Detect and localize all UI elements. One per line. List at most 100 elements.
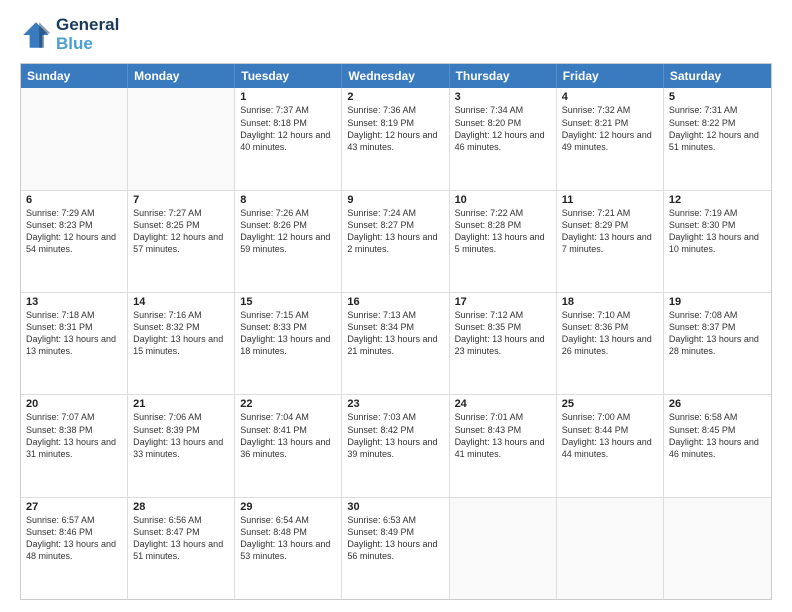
day-info: Sunrise: 6:53 AM Sunset: 8:49 PM Dayligh… (347, 514, 443, 563)
day-cell-15: 15Sunrise: 7:15 AM Sunset: 8:33 PM Dayli… (235, 293, 342, 394)
calendar-row-2: 13Sunrise: 7:18 AM Sunset: 8:31 PM Dayli… (21, 293, 771, 395)
day-info: Sunrise: 6:58 AM Sunset: 8:45 PM Dayligh… (669, 411, 766, 460)
day-info: Sunrise: 7:18 AM Sunset: 8:31 PM Dayligh… (26, 309, 122, 358)
day-info: Sunrise: 7:26 AM Sunset: 8:26 PM Dayligh… (240, 207, 336, 256)
logo-icon (20, 19, 52, 51)
calendar-row-4: 27Sunrise: 6:57 AM Sunset: 8:46 PM Dayli… (21, 498, 771, 599)
day-info: Sunrise: 7:31 AM Sunset: 8:22 PM Dayligh… (669, 104, 766, 153)
day-info: Sunrise: 7:24 AM Sunset: 8:27 PM Dayligh… (347, 207, 443, 256)
day-info: Sunrise: 7:36 AM Sunset: 8:19 PM Dayligh… (347, 104, 443, 153)
day-number: 12 (669, 194, 766, 206)
day-info: Sunrise: 7:16 AM Sunset: 8:32 PM Dayligh… (133, 309, 229, 358)
day-cell-2: 2Sunrise: 7:36 AM Sunset: 8:19 PM Daylig… (342, 88, 449, 189)
empty-cell (128, 88, 235, 189)
calendar-row-3: 20Sunrise: 7:07 AM Sunset: 8:38 PM Dayli… (21, 395, 771, 497)
day-cell-11: 11Sunrise: 7:21 AM Sunset: 8:29 PM Dayli… (557, 191, 664, 292)
logo: General Blue (20, 16, 119, 53)
day-cell-30: 30Sunrise: 6:53 AM Sunset: 8:49 PM Dayli… (342, 498, 449, 599)
day-cell-20: 20Sunrise: 7:07 AM Sunset: 8:38 PM Dayli… (21, 395, 128, 496)
day-number: 25 (562, 398, 658, 410)
day-number: 1 (240, 91, 336, 103)
day-number: 28 (133, 501, 229, 513)
day-number: 19 (669, 296, 766, 308)
day-info: Sunrise: 7:07 AM Sunset: 8:38 PM Dayligh… (26, 411, 122, 460)
day-number: 26 (669, 398, 766, 410)
day-number: 29 (240, 501, 336, 513)
weekday-header-saturday: Saturday (664, 64, 771, 88)
day-number: 22 (240, 398, 336, 410)
logo-text: General Blue (56, 16, 119, 53)
day-cell-21: 21Sunrise: 7:06 AM Sunset: 8:39 PM Dayli… (128, 395, 235, 496)
weekday-header-sunday: Sunday (21, 64, 128, 88)
day-cell-14: 14Sunrise: 7:16 AM Sunset: 8:32 PM Dayli… (128, 293, 235, 394)
day-number: 10 (455, 194, 551, 206)
day-number: 2 (347, 91, 443, 103)
calendar: SundayMondayTuesdayWednesdayThursdayFrid… (20, 63, 772, 600)
day-number: 8 (240, 194, 336, 206)
empty-cell (21, 88, 128, 189)
day-cell-28: 28Sunrise: 6:56 AM Sunset: 8:47 PM Dayli… (128, 498, 235, 599)
weekday-header-monday: Monday (128, 64, 235, 88)
day-number: 9 (347, 194, 443, 206)
calendar-header: SundayMondayTuesdayWednesdayThursdayFrid… (21, 64, 771, 88)
day-number: 14 (133, 296, 229, 308)
day-info: Sunrise: 7:34 AM Sunset: 8:20 PM Dayligh… (455, 104, 551, 153)
day-cell-10: 10Sunrise: 7:22 AM Sunset: 8:28 PM Dayli… (450, 191, 557, 292)
day-number: 21 (133, 398, 229, 410)
day-info: Sunrise: 7:21 AM Sunset: 8:29 PM Dayligh… (562, 207, 658, 256)
day-number: 16 (347, 296, 443, 308)
day-number: 24 (455, 398, 551, 410)
day-number: 18 (562, 296, 658, 308)
day-cell-23: 23Sunrise: 7:03 AM Sunset: 8:42 PM Dayli… (342, 395, 449, 496)
day-info: Sunrise: 7:19 AM Sunset: 8:30 PM Dayligh… (669, 207, 766, 256)
day-cell-12: 12Sunrise: 7:19 AM Sunset: 8:30 PM Dayli… (664, 191, 771, 292)
calendar-row-0: 1Sunrise: 7:37 AM Sunset: 8:18 PM Daylig… (21, 88, 771, 190)
day-cell-7: 7Sunrise: 7:27 AM Sunset: 8:25 PM Daylig… (128, 191, 235, 292)
day-number: 11 (562, 194, 658, 206)
day-number: 17 (455, 296, 551, 308)
day-number: 13 (26, 296, 122, 308)
day-cell-1: 1Sunrise: 7:37 AM Sunset: 8:18 PM Daylig… (235, 88, 342, 189)
weekday-header-wednesday: Wednesday (342, 64, 449, 88)
day-cell-5: 5Sunrise: 7:31 AM Sunset: 8:22 PM Daylig… (664, 88, 771, 189)
day-info: Sunrise: 6:54 AM Sunset: 8:48 PM Dayligh… (240, 514, 336, 563)
day-number: 20 (26, 398, 122, 410)
page: General Blue SundayMondayTuesdayWednesda… (0, 0, 792, 612)
day-number: 3 (455, 91, 551, 103)
day-info: Sunrise: 7:13 AM Sunset: 8:34 PM Dayligh… (347, 309, 443, 358)
day-cell-3: 3Sunrise: 7:34 AM Sunset: 8:20 PM Daylig… (450, 88, 557, 189)
day-cell-18: 18Sunrise: 7:10 AM Sunset: 8:36 PM Dayli… (557, 293, 664, 394)
day-info: Sunrise: 7:32 AM Sunset: 8:21 PM Dayligh… (562, 104, 658, 153)
day-cell-13: 13Sunrise: 7:18 AM Sunset: 8:31 PM Dayli… (21, 293, 128, 394)
day-cell-25: 25Sunrise: 7:00 AM Sunset: 8:44 PM Dayli… (557, 395, 664, 496)
day-number: 4 (562, 91, 658, 103)
day-cell-22: 22Sunrise: 7:04 AM Sunset: 8:41 PM Dayli… (235, 395, 342, 496)
empty-cell (450, 498, 557, 599)
day-info: Sunrise: 7:29 AM Sunset: 8:23 PM Dayligh… (26, 207, 122, 256)
header: General Blue (20, 16, 772, 53)
day-cell-4: 4Sunrise: 7:32 AM Sunset: 8:21 PM Daylig… (557, 88, 664, 189)
day-info: Sunrise: 7:08 AM Sunset: 8:37 PM Dayligh… (669, 309, 766, 358)
day-cell-19: 19Sunrise: 7:08 AM Sunset: 8:37 PM Dayli… (664, 293, 771, 394)
day-info: Sunrise: 7:15 AM Sunset: 8:33 PM Dayligh… (240, 309, 336, 358)
day-cell-9: 9Sunrise: 7:24 AM Sunset: 8:27 PM Daylig… (342, 191, 449, 292)
day-number: 23 (347, 398, 443, 410)
day-number: 27 (26, 501, 122, 513)
empty-cell (557, 498, 664, 599)
day-info: Sunrise: 7:37 AM Sunset: 8:18 PM Dayligh… (240, 104, 336, 153)
day-number: 30 (347, 501, 443, 513)
day-info: Sunrise: 7:01 AM Sunset: 8:43 PM Dayligh… (455, 411, 551, 460)
day-info: Sunrise: 7:22 AM Sunset: 8:28 PM Dayligh… (455, 207, 551, 256)
weekday-header-thursday: Thursday (450, 64, 557, 88)
weekday-header-friday: Friday (557, 64, 664, 88)
calendar-body: 1Sunrise: 7:37 AM Sunset: 8:18 PM Daylig… (21, 88, 771, 599)
day-info: Sunrise: 7:10 AM Sunset: 8:36 PM Dayligh… (562, 309, 658, 358)
day-number: 6 (26, 194, 122, 206)
day-info: Sunrise: 7:06 AM Sunset: 8:39 PM Dayligh… (133, 411, 229, 460)
calendar-row-1: 6Sunrise: 7:29 AM Sunset: 8:23 PM Daylig… (21, 191, 771, 293)
weekday-header-tuesday: Tuesday (235, 64, 342, 88)
day-info: Sunrise: 7:00 AM Sunset: 8:44 PM Dayligh… (562, 411, 658, 460)
day-info: Sunrise: 6:57 AM Sunset: 8:46 PM Dayligh… (26, 514, 122, 563)
day-cell-26: 26Sunrise: 6:58 AM Sunset: 8:45 PM Dayli… (664, 395, 771, 496)
day-info: Sunrise: 7:04 AM Sunset: 8:41 PM Dayligh… (240, 411, 336, 460)
